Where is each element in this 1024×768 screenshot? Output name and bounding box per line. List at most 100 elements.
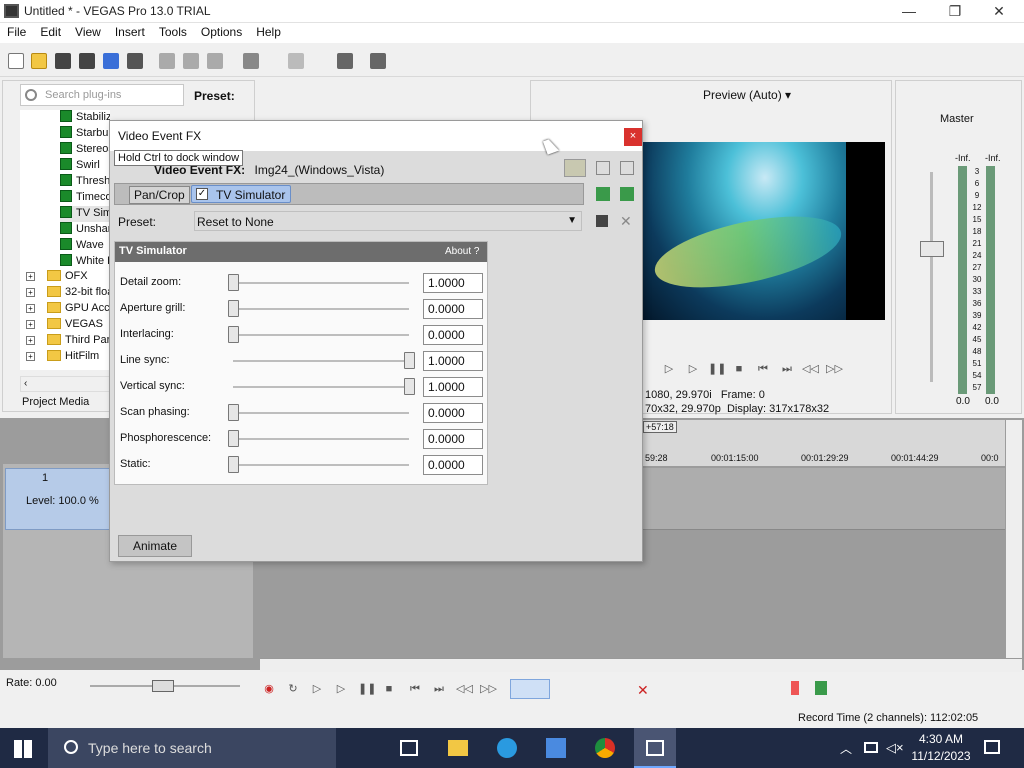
enable-snapping-icon[interactable] [337, 53, 353, 69]
marker-icon[interactable] [791, 681, 799, 695]
parameter-value-field[interactable]: 0.0000 [423, 429, 483, 449]
menu-help[interactable]: Help [249, 23, 288, 41]
track-header[interactable]: 1 Level: 100.0 % [5, 468, 115, 530]
task-view-icon[interactable] [400, 740, 418, 756]
menu-edit[interactable]: Edit [33, 23, 68, 41]
tree-folder[interactable]: +Third Party [26, 334, 110, 350]
pause-icon[interactable]: ❚❚ [708, 362, 726, 376]
restore-button[interactable]: ❐ [932, 0, 978, 23]
scroll-left-icon[interactable]: ‹ [24, 378, 27, 389]
slider-track[interactable] [233, 308, 409, 310]
slider-track[interactable] [233, 334, 409, 336]
taskbar-search[interactable]: Type here to search [48, 728, 336, 768]
next-frame-icon[interactable]: ⏭ [780, 362, 794, 376]
expand-icon[interactable]: + [26, 288, 35, 297]
copy-icon[interactable] [183, 53, 199, 69]
tree-hscrollbar[interactable]: ‹ [20, 376, 110, 392]
tree-item[interactable]: Stereoscopic 3D Adjust [60, 142, 110, 158]
tree-item[interactable]: Unsharp Mask [60, 222, 110, 238]
play-icon[interactable]: ▷ [686, 362, 700, 376]
tree-folder[interactable]: +32-bit floating point [26, 286, 110, 302]
parameter-value-field[interactable]: 1.0000 [423, 273, 483, 293]
slider-thumb[interactable] [404, 378, 415, 395]
prev-frame-icon[interactable]: ⏮ [756, 362, 770, 376]
tray-chevron-icon[interactable]: ︿ [840, 740, 852, 757]
fx-grid-view-icon[interactable] [620, 161, 634, 175]
loop-icon[interactable]: ↻ [286, 682, 300, 696]
next-frame-icon[interactable]: ▷▷ [480, 682, 497, 696]
delete-preset-icon[interactable]: ✕ [620, 213, 632, 230]
tree-item[interactable]: Swirl [60, 158, 100, 174]
edit-tool-button[interactable] [510, 679, 550, 699]
slider-track[interactable] [233, 360, 409, 362]
go-to-end-icon[interactable]: ⏭ [432, 682, 446, 696]
expand-icon[interactable]: + [26, 352, 35, 361]
properties-icon[interactable] [127, 53, 143, 69]
menu-view[interactable]: View [68, 23, 108, 41]
tree-folder[interactable]: +GPU Accelerated [26, 302, 110, 318]
forward-icon[interactable]: ▷▷ [826, 362, 843, 376]
slider-track[interactable] [233, 386, 409, 388]
play-from-start-icon[interactable]: ▷ [310, 682, 324, 696]
notification-icon[interactable] [984, 740, 1000, 754]
slider-thumb[interactable] [228, 404, 239, 421]
tree-item[interactable]: White Balance [60, 254, 110, 270]
tree-item[interactable]: Stabilize [60, 110, 110, 126]
network-icon[interactable] [864, 742, 878, 753]
tree-item-selected[interactable]: TV Simulator [60, 206, 110, 222]
save-as-icon[interactable] [79, 53, 95, 69]
prev-frame-icon[interactable]: ◁◁ [456, 682, 473, 696]
slider-track[interactable] [233, 464, 409, 466]
expand-icon[interactable]: + [26, 336, 35, 345]
redo-icon[interactable] [288, 53, 304, 69]
chain-item-tv-simulator[interactable]: ✓ TV Simulator [191, 185, 291, 203]
tree-item[interactable]: Threshold [60, 174, 110, 190]
region-icon[interactable] [815, 681, 827, 695]
preview-mode-dropdown[interactable]: Preview (Auto) ▾ [703, 88, 791, 102]
slider-thumb[interactable] [228, 456, 239, 473]
about-link[interactable]: About ? [445, 246, 479, 257]
add-plugin-icon[interactable] [596, 187, 610, 201]
parameter-value-field[interactable]: 0.0000 [423, 403, 483, 423]
close-button[interactable]: ✕ [976, 0, 1022, 23]
stop-icon[interactable]: ■ [382, 682, 396, 696]
open-icon[interactable] [31, 53, 47, 69]
cut-icon[interactable] [159, 53, 175, 69]
track-lane[interactable] [643, 468, 1005, 530]
file-explorer-icon[interactable] [448, 740, 468, 756]
undo-icon[interactable] [243, 53, 259, 69]
parameter-value-field[interactable]: 0.0000 [423, 325, 483, 345]
tree-folder[interactable]: + OFX [26, 270, 88, 286]
parameter-value-field[interactable]: 1.0000 [423, 377, 483, 397]
tree-item[interactable]: Timecode [60, 190, 110, 206]
parameter-value-field[interactable]: 0.0000 [423, 455, 483, 475]
expand-icon[interactable]: + [26, 304, 35, 313]
tree-folder[interactable]: + HitFilm [26, 350, 99, 366]
record-icon[interactable]: ◉ [262, 682, 276, 696]
start-button[interactable] [14, 740, 32, 758]
vegas-taskbar-icon[interactable] [634, 728, 676, 768]
paste-icon[interactable] [207, 53, 223, 69]
slider-track[interactable] [233, 438, 409, 440]
master-fader-thumb[interactable] [920, 241, 944, 257]
timeline-vscroll[interactable] [1006, 420, 1022, 658]
chrome-icon[interactable] [595, 738, 615, 758]
menu-tools[interactable]: Tools [152, 23, 194, 41]
dialog-close-button[interactable]: × [624, 128, 642, 146]
pause-icon[interactable]: ❚❚ [358, 682, 376, 696]
timeline-hscroll[interactable] [260, 658, 1022, 672]
rate-thumb[interactable] [152, 680, 174, 692]
slider-track[interactable] [233, 412, 409, 414]
minimize-button[interactable]: — [886, 0, 932, 23]
parameter-value-field[interactable]: 0.0000 [423, 299, 483, 319]
delete-icon[interactable]: ✕ [637, 682, 649, 699]
slider-thumb[interactable] [228, 430, 239, 447]
tree-item[interactable]: Wave [60, 238, 104, 254]
expand-icon[interactable]: + [26, 320, 35, 329]
save-preset-icon[interactable] [596, 215, 608, 227]
menu-file[interactable]: File [0, 23, 33, 41]
preset-dropdown[interactable]: Reset to None ▼ [194, 211, 582, 231]
render-icon[interactable] [103, 53, 119, 69]
rewind-icon[interactable]: ◁◁ [802, 362, 819, 376]
chain-item-pan-crop[interactable]: Pan/Crop [129, 186, 190, 204]
